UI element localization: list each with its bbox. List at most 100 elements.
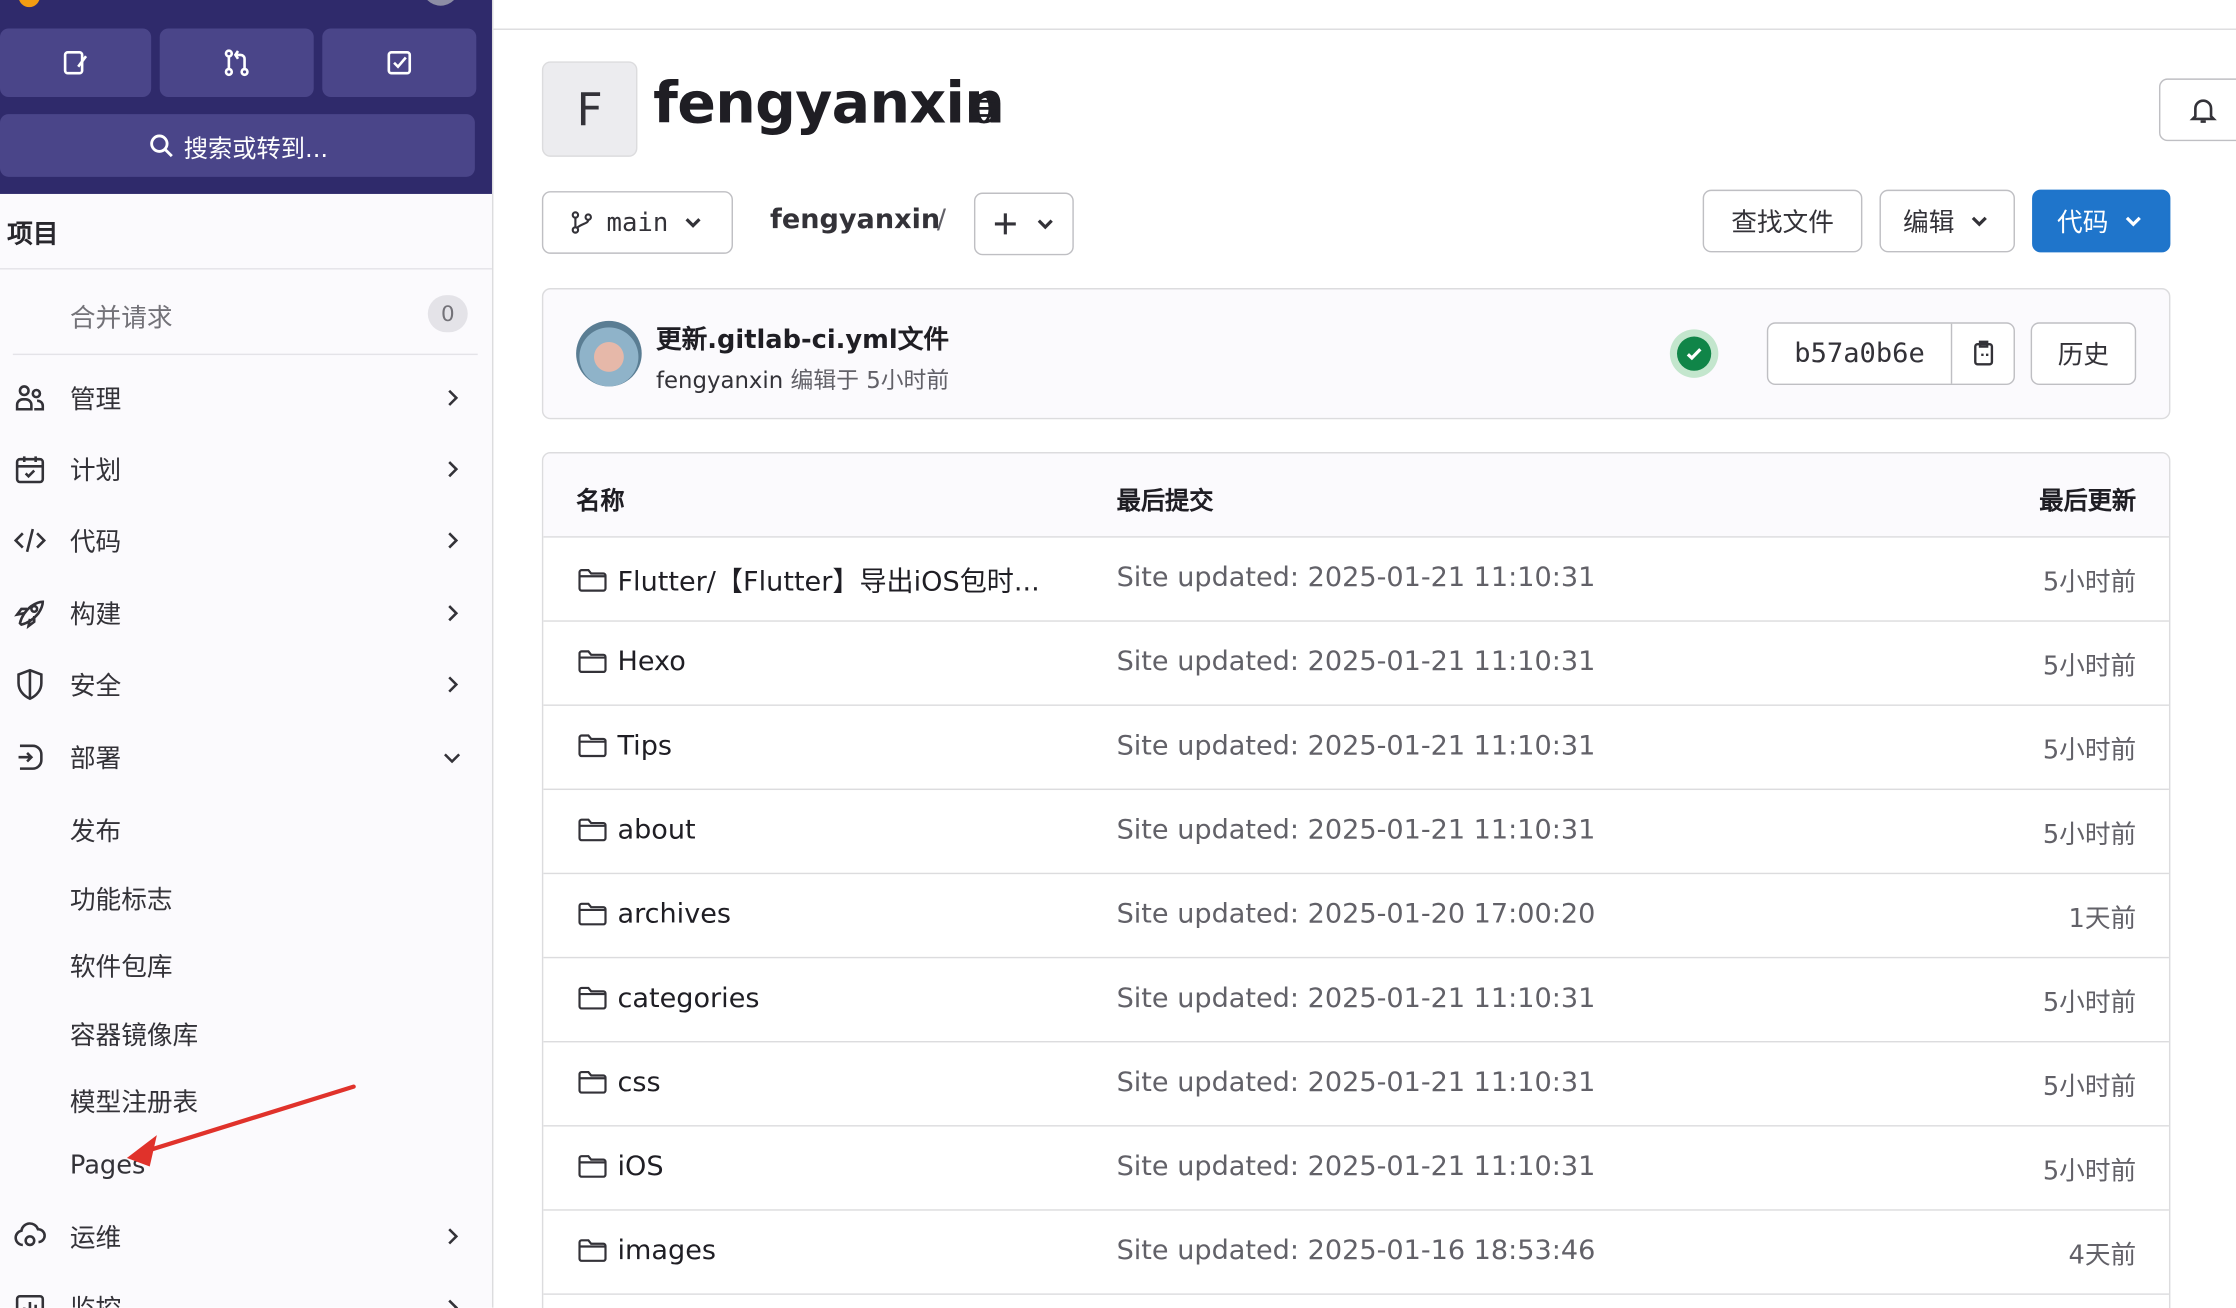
sidebar-item-label: 管理 [69, 385, 122, 415]
notification-button[interactable] [2158, 78, 2236, 142]
column-header-name: 名称 [576, 487, 625, 517]
file-name-link[interactable]: Hexo [576, 645, 686, 678]
check-icon [1686, 348, 1702, 361]
search-button[interactable]: 搜索或转到... [0, 114, 475, 177]
sidebar-item-plan[interactable]: 计划 [0, 436, 492, 502]
last-commit-message[interactable]: Site updated: 2025-01-21 11:10:31 [1117, 646, 1596, 677]
bell-icon [2189, 99, 2217, 123]
sidebar-subitem-feature-flags[interactable]: 功能标志 [70, 880, 173, 917]
last-commit-message[interactable]: Site updated: 2025-01-21 11:10:31 [1117, 562, 1596, 593]
chevron-right-icon [448, 1228, 459, 1245]
table-header: 名称 最后提交 最后更新 [543, 453, 2169, 538]
chevron-down-icon [444, 753, 461, 764]
commit-sha[interactable]: b57a0b6e [1768, 323, 1953, 384]
table-row[interactable]: Hexo Site updated: 2025-01-21 11:10:31 5小时… [543, 622, 2169, 706]
branch-icon [572, 211, 593, 234]
sidebar-subitem-model-registry[interactable]: 模型注册表 [70, 1082, 198, 1119]
file-name-link[interactable]: iOS [576, 1149, 664, 1182]
last-commit-message[interactable]: Site updated: 2025-01-16 18:53:46 [1117, 1235, 1596, 1266]
merge-requests-button[interactable] [159, 28, 314, 97]
sidebar-item-label: 部署 [69, 744, 122, 775]
sidebar-item-label: 构建 [69, 600, 122, 631]
table-row[interactable]: about Site updated: 2025-01-21 11:10:31 5小… [543, 790, 2169, 875]
folder-icon [578, 986, 607, 1010]
folder-icon [578, 1070, 607, 1094]
last-commit-message[interactable]: Site updated: 2025-01-21 11:10:31 [1117, 814, 1596, 845]
last-update-time: 5小时前 [2042, 735, 2137, 766]
issues-icon [63, 50, 88, 75]
file-name: archives [617, 897, 732, 930]
file-name: Hexo [617, 645, 686, 677]
table-row[interactable]: Tips Site updated: 2025-01-21 11:10:31 5小时… [543, 706, 2169, 791]
file-name-link[interactable]: images [576, 1234, 716, 1267]
file-name-link[interactable]: categories [576, 981, 759, 1014]
file-name: Tips [617, 729, 673, 761]
table-row[interactable]: archives Site updated: 2025-01-20 17:00:2… [543, 874, 2169, 959]
sidebar-item-code[interactable]: 代码 [0, 508, 492, 574]
folder-icon [578, 1239, 607, 1262]
sidebar-item-label: 代码 [69, 527, 122, 558]
table-row[interactable]: images Site updated: 2025-01-16 18:53:46 4… [543, 1211, 2169, 1295]
gitlab-project-page: 搜索或转到... 项目 合并请求 0 管理 计划 代码 构建 安全 部署 发布 … [0, 0, 2236, 1308]
add-dropdown-button[interactable] [973, 192, 1074, 256]
sidebar-item-monitor[interactable]: 监控 [0, 1275, 492, 1308]
code-dropdown-button[interactable]: 代码 [2032, 189, 2171, 253]
gitlab-logo-icon[interactable] [18, 0, 40, 8]
find-file-label: 查找文件 [1731, 208, 1834, 239]
commit-author[interactable]: fengyanxin [656, 366, 783, 393]
last-commit-message[interactable]: Site updated: 2025-01-21 11:10:31 [1117, 730, 1596, 761]
table-row[interactable]: categories Site updated: 2025-01-21 11:10… [543, 958, 2169, 1043]
copy-sha-button[interactable] [1952, 324, 2015, 384]
sidebar-subitem-pages[interactable]: Pages [70, 1151, 146, 1181]
pipeline-status-badge[interactable] [1669, 329, 1719, 378]
user-avatar[interactable] [422, 0, 460, 6]
last-commit-message[interactable]: Site updated: 2025-01-21 11:10:31 [1117, 1067, 1596, 1098]
file-name-link[interactable]: archives [576, 897, 731, 930]
file-name-link[interactable]: Flutter/【Flutter】导出iOS包时... [576, 560, 1040, 599]
file-name-link[interactable]: css [576, 1065, 661, 1098]
table-row[interactable]: iOS Site updated: 2025-01-21 11:10:31 5小时前 [543, 1127, 2169, 1211]
last-commit-message[interactable]: Site updated: 2025-01-20 17:00:20 [1117, 898, 1596, 929]
sidebar-item-manage[interactable]: 管理 [0, 365, 492, 431]
sidebar-subitem-package-registry[interactable]: 软件包库 [70, 947, 173, 984]
table-row[interactable]: css Site updated: 2025-01-21 11:10:31 5小时前 [543, 1042, 2169, 1127]
sidebar-item-deploy[interactable]: 部署 [0, 724, 492, 790]
last-commit-message[interactable]: Site updated: 2025-01-21 11:10:31 [1117, 1151, 1596, 1182]
chart-icon [15, 1294, 45, 1308]
issues-button[interactable] [0, 28, 152, 97]
branch-selector[interactable]: main [541, 191, 733, 254]
sidebar-item-build[interactable]: 构建 [0, 580, 492, 646]
chevron-right-icon [448, 532, 459, 549]
chevron-right-icon [448, 676, 459, 693]
deploy-icon [18, 744, 43, 770]
last-update-time: 5小时前 [2042, 988, 2137, 1019]
file-name-link[interactable]: Tips [576, 729, 672, 762]
find-file-button[interactable]: 查找文件 [1702, 189, 1863, 253]
last-commit-panel: 更新.gitlab-ci.yml文件 fengyanxin 编辑于 5小时前 b… [541, 288, 2171, 420]
search-label: 搜索或转到... [183, 134, 329, 164]
sidebar-item-security[interactable]: 安全 [0, 652, 492, 718]
commit-sha-group: b57a0b6e [1766, 322, 2015, 386]
plus-icon [994, 213, 1016, 235]
chevron-right-icon [448, 461, 459, 478]
rocket-icon [14, 600, 45, 630]
sidebar-subitem-releases[interactable]: 发布 [70, 811, 121, 848]
file-name: iOS [617, 1150, 664, 1182]
file-name: images [617, 1234, 716, 1266]
todos-button[interactable] [322, 28, 477, 97]
users-icon [15, 385, 45, 411]
cloud-gear-icon [14, 1222, 46, 1247]
edit-dropdown-button[interactable]: 编辑 [1879, 189, 2015, 253]
file-name-link[interactable]: about [576, 813, 696, 846]
last-commit-message[interactable]: Site updated: 2025-01-21 11:10:31 [1117, 983, 1596, 1014]
last-update-time: 5小时前 [2042, 1072, 2137, 1103]
table-row[interactable]: Flutter/【Flutter】导出iOS包时... Site updated:… [543, 538, 2169, 622]
history-button[interactable]: 历史 [2030, 322, 2137, 386]
commit-author-avatar[interactable] [576, 320, 642, 387]
sidebar-item-operate[interactable]: 运维 [0, 1204, 492, 1270]
breadcrumb[interactable]: fengyanxin [770, 204, 940, 235]
todo-icon [387, 50, 412, 75]
sidebar-item-label: 计划 [69, 456, 122, 487]
sidebar-subitem-container-registry[interactable]: 容器镜像库 [70, 1015, 198, 1052]
commit-title[interactable]: 更新.gitlab-ci.yml文件 [656, 319, 949, 356]
